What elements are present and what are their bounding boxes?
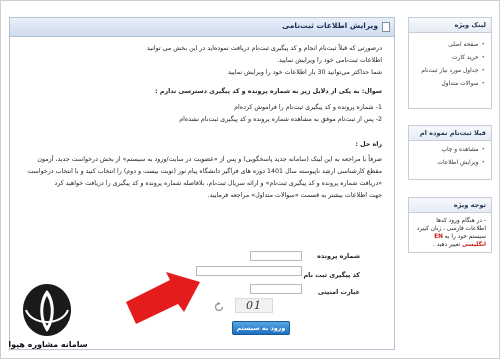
intro-line-2: اطلاعات ثبت‌نامی خود را ویرایش نمایید. [276, 57, 382, 64]
tracking-code-label: کد پیگیری ثبت نام [303, 271, 360, 279]
solution-line-1[interactable]: صرفاً با مراجعه به این لینک (سامانه جدید… [37, 156, 382, 164]
sidebar-item-faq[interactable]: سوالات متداول [409, 78, 491, 91]
tracking-code-input[interactable] [196, 266, 302, 276]
document-icon [382, 22, 390, 32]
panel-header: ویرایش اطلاعات ثبت‌نامی [10, 18, 394, 37]
file-number-label: شماره پرونده [317, 252, 360, 260]
special-notice-box: توجه ویژه - در هنگام ورود کدها اطلاعات ف… [408, 197, 492, 253]
special-notice-title: توجه ویژه [409, 198, 491, 213]
panel-title: ویرایش اطلاعات ثبت‌نامی [282, 21, 378, 30]
question-text: سوال: به یکی از دلایل زیر به شماره پروند… [155, 88, 382, 95]
solution-line-3: «دریافت شماره پرونده و کد پیگیری ثبت‌نام… [54, 180, 382, 187]
logo-caption: سامانه مشاوره هپوا [8, 340, 88, 349]
special-links-box: لینک ویژه صفحه اصلی خرید کارت جداول مورد… [408, 17, 492, 109]
sidebar-item-tables[interactable]: جداول مورد نیاز ثبت‌نام [409, 65, 491, 78]
keyboard-language-note: - در هنگام ورود کدها اطلاعات فارسی ، زبا… [416, 218, 486, 248]
faq-link-line[interactable]: جهت اطلاعات بیشتر به قسمت «سوالات متداول… [208, 192, 382, 200]
solution-line-2: مقطع کارشناسی ارشد ناپیوسته سال 1401 دور… [27, 168, 382, 175]
already-registered-box: قبلا ثبت‌نام نموده ام مشاهده و چاپ ویرای… [408, 125, 492, 180]
file-number-input[interactable] [250, 251, 302, 261]
sidebar-item-edit-info[interactable]: ویرایش اطلاعات [409, 157, 491, 170]
login-button[interactable]: ورود به سیستم [232, 321, 290, 335]
captcha-image: 01 [235, 298, 273, 313]
already-registered-title: قبلا ثبت‌نام نموده ام [409, 126, 491, 141]
sidebar-item-buy-card[interactable]: خرید کارت [409, 52, 491, 65]
red-arrow-icon [126, 272, 200, 324]
intro-line-1: درصورتی که قبلاً ثبت‌نام انجام و کد پیگی… [146, 45, 382, 52]
reason-1: 1- شماره پرونده و کد پیگیری ثبت‌نام را ف… [234, 104, 382, 111]
security-phrase-label: عبارت امنیتی [317, 288, 360, 296]
solution-heading: راه حل : [355, 141, 382, 148]
sidebar-item-view-print[interactable]: مشاهده و چاپ [409, 144, 491, 157]
security-phrase-input[interactable] [250, 284, 302, 294]
special-links-title: لینک ویژه [409, 18, 491, 33]
sidebar-item-home[interactable]: صفحه اصلی [409, 39, 491, 52]
refresh-captcha-icon[interactable] [213, 301, 225, 313]
intro-line-3: شما حداکثر می‌توانید 30 بار اطلاعات خود … [227, 69, 382, 76]
reason-2: 2- پس از ثبت‌نام موفق به مشاهده شماره پر… [179, 116, 382, 123]
